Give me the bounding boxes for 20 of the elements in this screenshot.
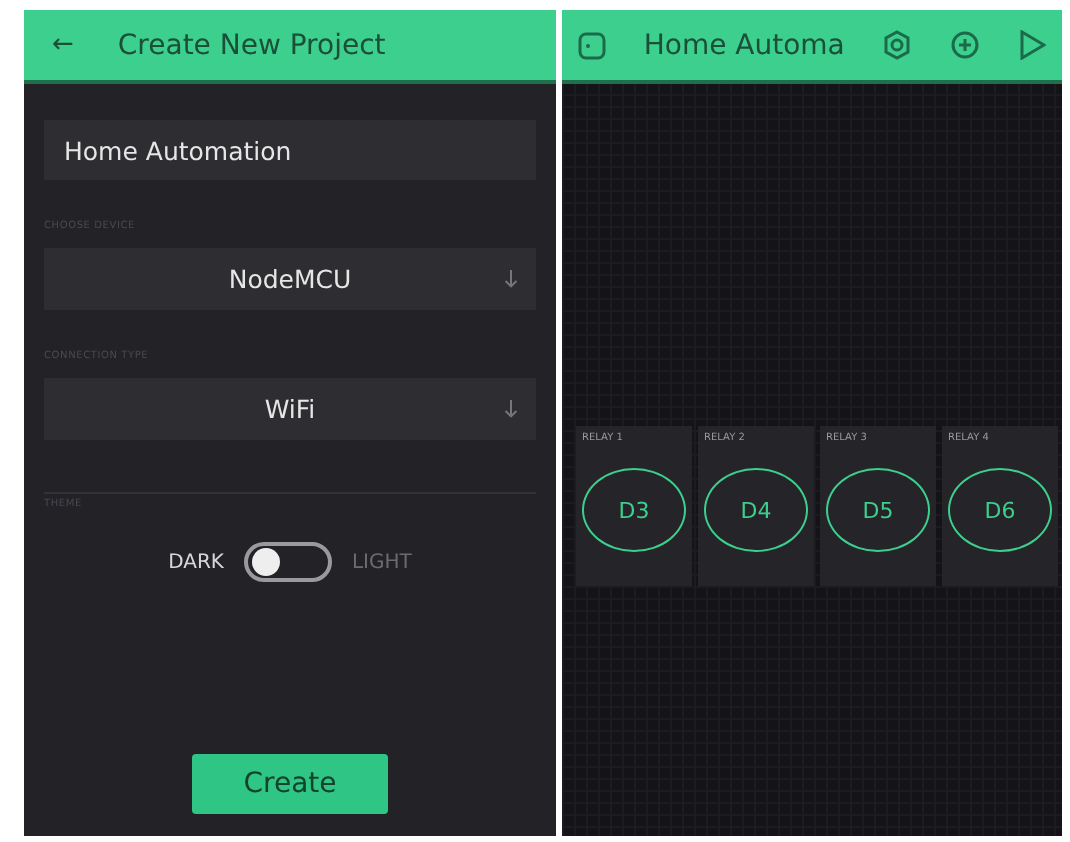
play-icon[interactable] — [1017, 30, 1046, 60]
back-button[interactable]: ← — [44, 30, 94, 60]
square-icon[interactable] — [578, 31, 606, 59]
screen-title: Create New Project — [117, 29, 386, 61]
connection-dropdown[interactable]: WiFi — [44, 378, 536, 440]
create-button[interactable]: Create — [192, 754, 388, 814]
relay-button[interactable]: D5 — [826, 468, 930, 552]
toggle-label: LIGHT — [351, 551, 412, 573]
relay-button[interactable]: D4 — [704, 468, 808, 552]
arrow-down-icon — [504, 400, 518, 418]
arrow-down-icon — [504, 270, 518, 288]
settings-icon[interactable] — [882, 30, 913, 60]
toggle-label: DARK — [168, 551, 224, 573]
add-icon[interactable] — [950, 30, 981, 60]
relay-button[interactable]: D6 — [948, 468, 1052, 552]
project-name-field[interactable]: Home Automation — [44, 120, 536, 180]
theme-toggle[interactable] — [243, 542, 332, 582]
project-title: Home Automa — [643, 29, 845, 61]
relay-button[interactable]: D3 — [582, 468, 686, 552]
device-dropdown[interactable]: NodeMCU — [44, 248, 536, 310]
